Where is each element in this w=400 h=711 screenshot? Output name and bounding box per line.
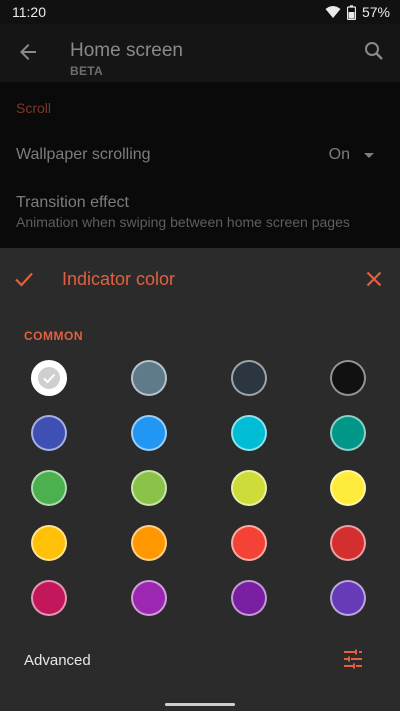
color-swatch[interactable] bbox=[131, 415, 167, 451]
color-swatch[interactable] bbox=[31, 415, 67, 451]
color-swatch[interactable] bbox=[330, 470, 366, 506]
wifi-icon bbox=[325, 6, 341, 18]
color-swatch[interactable] bbox=[231, 360, 267, 396]
color-swatch[interactable] bbox=[330, 415, 366, 451]
transition-effect-label[interactable]: Transition effect bbox=[16, 194, 129, 212]
color-swatch[interactable] bbox=[31, 580, 67, 616]
wallpaper-scrolling-dropdown[interactable]: On bbox=[329, 146, 374, 164]
color-swatch[interactable] bbox=[231, 415, 267, 451]
color-swatch[interactable] bbox=[330, 580, 366, 616]
color-swatch[interactable] bbox=[330, 525, 366, 561]
back-arrow-icon[interactable] bbox=[16, 40, 40, 64]
transition-effect-description: Animation when swiping between home scre… bbox=[16, 214, 350, 230]
battery-icon bbox=[346, 4, 356, 20]
status-bar: 11:20 57% bbox=[0, 0, 400, 24]
color-swatch[interactable] bbox=[330, 360, 366, 396]
battery-percent: 57% bbox=[361, 4, 390, 20]
indicator-color-sheet: Indicator color COMMON Advanced bbox=[0, 248, 400, 711]
section-header-common: COMMON bbox=[24, 329, 83, 343]
color-swatch[interactable] bbox=[31, 360, 67, 396]
tune-icon[interactable] bbox=[342, 648, 364, 670]
color-swatch[interactable] bbox=[131, 580, 167, 616]
close-icon[interactable] bbox=[362, 267, 386, 291]
selected-check-icon bbox=[38, 367, 60, 389]
color-swatch[interactable] bbox=[131, 360, 167, 396]
check-icon[interactable] bbox=[12, 267, 36, 291]
app-bar: Home screen BETA bbox=[0, 24, 400, 82]
page-subtitle: BETA bbox=[70, 64, 103, 78]
color-swatch[interactable] bbox=[231, 580, 267, 616]
settings-list: Scroll Wallpaper scrolling On Transition… bbox=[0, 82, 400, 248]
wallpaper-scrolling-value: On bbox=[328, 146, 350, 163]
dropdown-arrow-icon bbox=[364, 152, 374, 158]
page-title: Home screen bbox=[70, 40, 183, 61]
color-swatch[interactable] bbox=[131, 470, 167, 506]
color-swatch-grid bbox=[31, 360, 371, 620]
section-header-scroll: Scroll bbox=[16, 100, 52, 116]
search-icon[interactable] bbox=[362, 39, 386, 63]
color-swatch[interactable] bbox=[231, 470, 267, 506]
status-time: 11:20 bbox=[12, 4, 46, 20]
wallpaper-scrolling-label[interactable]: Wallpaper scrolling bbox=[16, 146, 151, 164]
color-swatch[interactable] bbox=[131, 525, 167, 561]
sheet-title: Indicator color bbox=[62, 269, 176, 289]
gesture-nav-bar[interactable] bbox=[165, 703, 235, 706]
advanced-label[interactable]: Advanced bbox=[24, 652, 91, 669]
color-swatch[interactable] bbox=[31, 525, 67, 561]
color-swatch[interactable] bbox=[31, 470, 67, 506]
status-icons: 57% bbox=[325, 4, 390, 20]
color-swatch[interactable] bbox=[231, 525, 267, 561]
